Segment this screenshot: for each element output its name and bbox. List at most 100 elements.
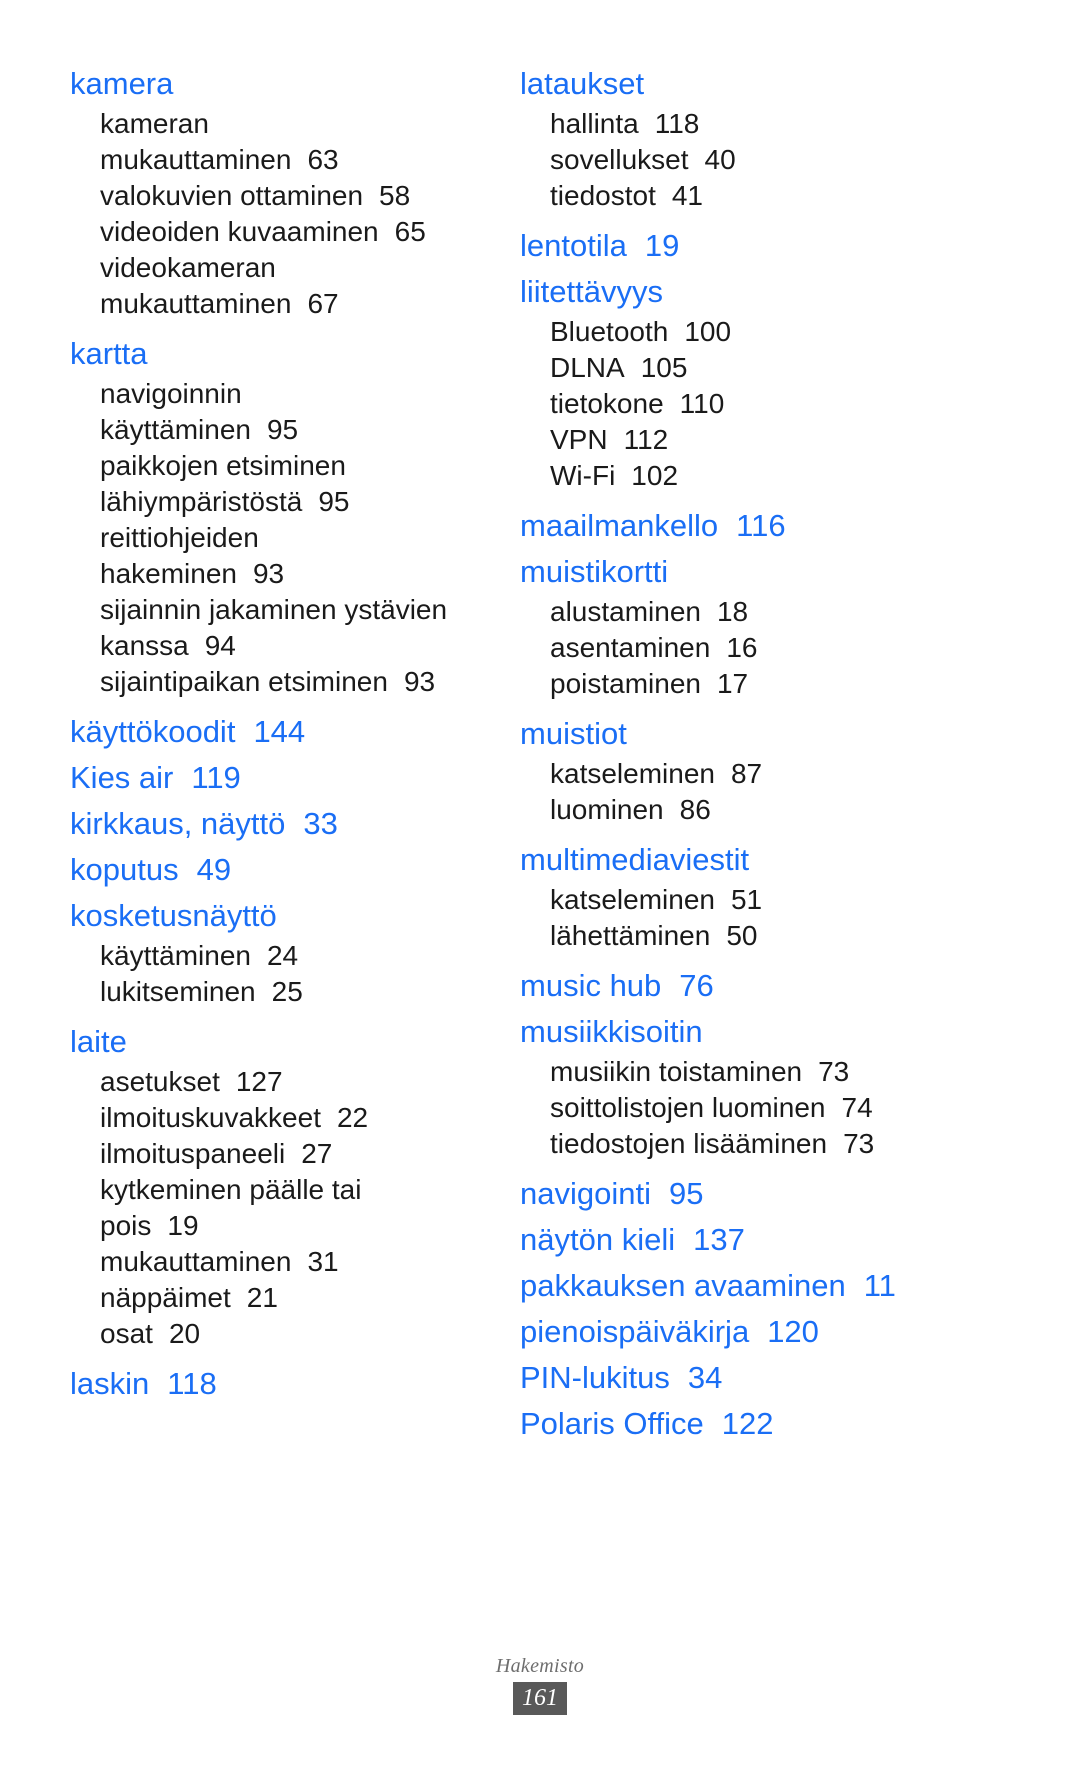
index-heading[interactable]: laskin 118 — [70, 1362, 490, 1406]
index-subentry-label: osat — [100, 1318, 153, 1349]
index-subentry[interactable]: asentaminen 16 — [520, 630, 940, 666]
index-subentry[interactable]: kanssa 94 — [70, 628, 490, 664]
index-subentry-page-number: 95 — [318, 486, 350, 517]
index-subentry[interactable]: soittolistojen luominen 74 — [520, 1090, 940, 1126]
index-heading[interactable]: navigointi 95 — [520, 1172, 940, 1216]
index-subentry-page-number: 20 — [168, 1318, 201, 1349]
index-heading[interactable]: liitettävyys — [520, 270, 940, 314]
index-subentry[interactable]: osat 20 — [70, 1316, 490, 1352]
index-entry-group: lataukset hallinta 118 sovellukset 40 tiedost… — [520, 62, 940, 214]
index-entry-group: music hub 76 — [520, 964, 940, 1008]
index-subentry[interactable]: ilmoituskuvakkeet 22 — [70, 1100, 490, 1136]
index-subentry[interactable]: lähiympäristöstä 95 — [70, 484, 490, 520]
index-subentry[interactable]: VPN 112 — [520, 422, 940, 458]
index-subentry[interactable]: mukauttaminen 67 — [70, 286, 490, 322]
index-subentry[interactable]: navigoinnin — [70, 376, 490, 412]
index-subentry[interactable]: katseleminen 51 — [520, 882, 940, 918]
index-page: kamera kameran mukauttaminen 63 valokuvien o… — [0, 0, 1080, 1771]
index-heading-page-number: 119 — [191, 760, 241, 795]
index-subentry[interactable]: näppäimet 21 — [70, 1280, 490, 1316]
index-heading[interactable]: koputus 49 — [70, 848, 490, 892]
index-subentry[interactable]: tiedostojen lisääminen 73 — [520, 1126, 940, 1162]
index-subentry[interactable]: mukauttaminen 31 — [70, 1244, 490, 1280]
index-subentry-label: mukauttaminen — [100, 1246, 292, 1277]
index-subentry-label: hallinta — [550, 108, 639, 139]
index-subentry[interactable]: DLNA 105 — [520, 350, 940, 386]
index-subentry[interactable]: lukitseminen 25 — [70, 974, 490, 1010]
index-subentry[interactable]: sijaintipaikan etsiminen 93 — [70, 664, 490, 700]
index-heading-label: maailmankello — [520, 508, 719, 543]
index-subentry-page-number: 58 — [379, 180, 411, 211]
index-heading[interactable]: musiikkisoitin — [520, 1010, 940, 1054]
index-heading[interactable]: multimediaviestit — [520, 838, 940, 882]
index-heading[interactable]: lataukset — [520, 62, 940, 106]
index-entry-group: musiikkisoitin musiikin toistaminen 73 soit… — [520, 1010, 940, 1162]
index-subentry-page-number: 73 — [843, 1128, 875, 1159]
index-subentry[interactable]: pois 19 — [70, 1208, 490, 1244]
index-subentry-label: tietokone — [550, 388, 664, 419]
index-subentry[interactable]: hakeminen 93 — [70, 556, 490, 592]
index-subentry-label: Wi-Fi — [550, 460, 616, 491]
index-subentry[interactable]: mukauttaminen 63 — [70, 142, 490, 178]
index-subentry[interactable]: kytkeminen päälle tai — [70, 1172, 490, 1208]
index-subentry[interactable]: lähettäminen 50 — [520, 918, 940, 954]
index-subentry-page-number: 74 — [841, 1092, 873, 1123]
index-subentry-label: asetukset — [100, 1066, 220, 1097]
index-heading[interactable]: kosketusnäyttö — [70, 894, 490, 938]
index-heading[interactable]: pakkauksen avaaminen 11 — [520, 1264, 940, 1308]
index-subentry[interactable]: Bluetooth 100 — [520, 314, 940, 350]
index-subentry-page-number: 102 — [631, 460, 679, 491]
index-subentry[interactable]: valokuvien ottaminen 58 — [70, 178, 490, 214]
index-subentry[interactable]: käyttäminen 95 — [70, 412, 490, 448]
index-heading[interactable]: PIN-lukitus 34 — [520, 1356, 940, 1400]
index-subentry-page-number: 22 — [336, 1102, 369, 1133]
index-heading[interactable]: music hub 76 — [520, 964, 940, 1008]
index-heading-label: käyttökoodit — [70, 714, 236, 749]
index-subentry[interactable]: musiikin toistaminen 73 — [520, 1054, 940, 1090]
index-entry-group: kirkkaus, näyttö 33 — [70, 802, 490, 846]
index-heading[interactable]: kamera — [70, 62, 490, 106]
index-subentry[interactable]: kameran — [70, 106, 490, 142]
index-subentry-label: luominen — [550, 794, 664, 825]
index-subentry[interactable]: tiedostot 41 — [520, 178, 940, 214]
index-subentry[interactable]: videoiden kuvaaminen 65 — [70, 214, 490, 250]
index-subentry[interactable]: asetukset 127 — [70, 1064, 490, 1100]
index-subentry-label: lähettäminen — [550, 920, 711, 951]
index-subentry-label: kameran — [100, 108, 209, 139]
index-subentry[interactable]: hallinta 118 — [520, 106, 940, 142]
index-heading[interactable]: muistikortti — [520, 550, 940, 594]
index-heading[interactable]: pienoispäiväkirja 120 — [520, 1310, 940, 1354]
index-subentry[interactable]: sijainnin jakaminen ystävien — [70, 592, 490, 628]
index-heading[interactable]: käyttökoodit 144 — [70, 710, 490, 754]
index-subentry-label: musiikin toistaminen — [550, 1056, 803, 1087]
index-heading[interactable]: laite — [70, 1020, 490, 1064]
index-subentry[interactable]: luominen 86 — [520, 792, 940, 828]
index-subentry[interactable]: videokameran — [70, 250, 490, 286]
index-subentry-page-number: 87 — [730, 758, 763, 789]
index-heading[interactable]: Kies air 119 — [70, 756, 490, 800]
index-subentry[interactable]: katseleminen 87 — [520, 756, 940, 792]
index-heading[interactable]: näytön kieli 137 — [520, 1218, 940, 1262]
index-heading[interactable]: muistiot — [520, 712, 940, 756]
index-heading[interactable]: maailmankello 116 — [520, 504, 940, 548]
index-subentry[interactable]: poistaminen 17 — [520, 666, 940, 702]
index-subentry[interactable]: ilmoituspaneeli 27 — [70, 1136, 490, 1172]
index-subentry-page-number: 63 — [307, 144, 339, 175]
index-heading[interactable]: lentotila 19 — [520, 224, 940, 268]
index-entry-group: liitettävyys Bluetooth 100 DLNA 105 tietokone… — [520, 270, 940, 494]
index-subentry[interactable]: käyttäminen 24 — [70, 938, 490, 974]
index-subentry[interactable]: sovellukset 40 — [520, 142, 940, 178]
index-subentry[interactable]: paikkojen etsiminen — [70, 448, 490, 484]
index-subentry[interactable]: tietokone 110 — [520, 386, 940, 422]
index-heading[interactable]: Polaris Office 122 — [520, 1402, 940, 1446]
footer-section-label: Hakemisto — [495, 1655, 585, 1677]
index-subentry[interactable]: Wi-Fi 102 — [520, 458, 940, 494]
index-subentry[interactable]: alustaminen 18 — [520, 594, 940, 630]
index-entry-group: käyttökoodit 144 — [70, 710, 490, 754]
index-entry-group: koputus 49 — [70, 848, 490, 892]
index-heading[interactable]: kartta — [70, 332, 490, 376]
index-heading[interactable]: kirkkaus, näyttö 33 — [70, 802, 490, 846]
index-subentry-page-number: 21 — [246, 1282, 278, 1313]
index-subentry[interactable]: reittiohjeiden — [70, 520, 490, 556]
index-subentry-page-number: 65 — [394, 216, 426, 247]
